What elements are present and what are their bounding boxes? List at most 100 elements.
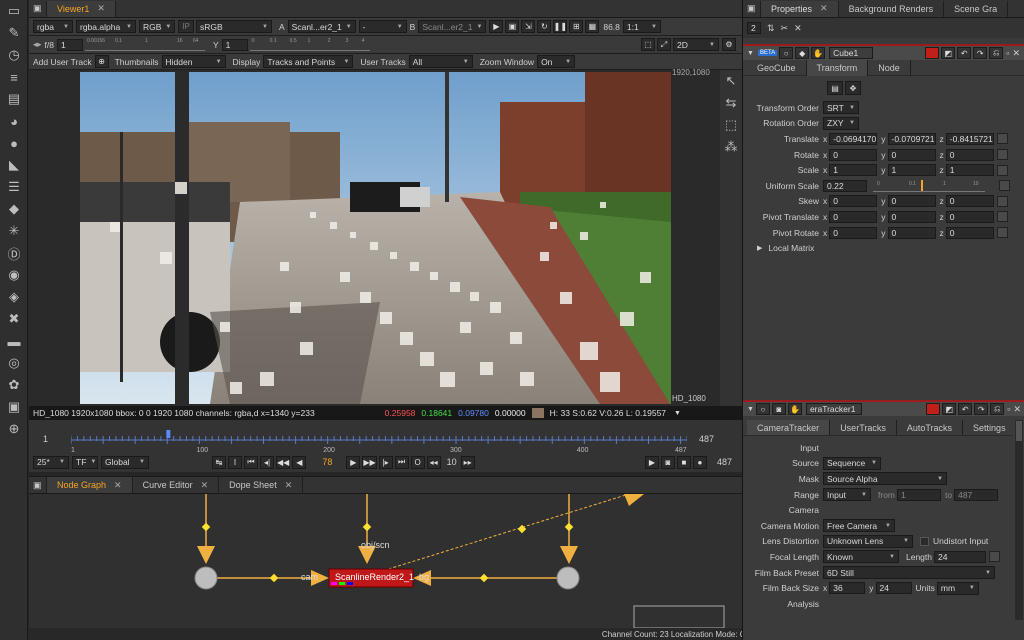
edge-dot[interactable] xyxy=(362,522,372,532)
cube-icon[interactable]: ◆ xyxy=(795,47,810,59)
region-icon[interactable]: ⬚ xyxy=(641,38,655,51)
skew-y-input[interactable]: 0 xyxy=(887,195,936,208)
pane-menu-icon[interactable]: ▣ xyxy=(29,0,47,17)
tab-scene-graph[interactable]: Scene Gra xyxy=(944,0,1009,17)
close-icon[interactable]: ✕ xyxy=(1012,48,1020,59)
float-icon[interactable]: ▫ xyxy=(1006,48,1009,58)
close-icon[interactable]: ✕ xyxy=(201,480,209,491)
chevron-down-icon[interactable]: ▼ xyxy=(674,410,681,417)
select-icon[interactable]: ⬚ xyxy=(720,114,742,136)
scrollbar-thumb[interactable] xyxy=(1016,421,1022,441)
channel-icon[interactable]: ▤ xyxy=(0,88,28,110)
edge-dot[interactable] xyxy=(479,573,489,583)
clear-icon[interactable]: ✕ xyxy=(794,23,802,34)
tool-icon[interactable]: ✖ xyxy=(0,308,28,330)
undo-icon[interactable]: ↶ xyxy=(957,47,972,59)
film-back-x-input[interactable]: 36 xyxy=(829,582,866,595)
filter-icon[interactable]: ◣ xyxy=(0,154,28,176)
visibility-icon[interactable]: ○ xyxy=(779,47,794,59)
settings-icon[interactable]: ⚙ xyxy=(722,38,736,51)
tab-viewer1[interactable]: Viewer1 ✕ xyxy=(47,0,116,17)
rotate-y-input[interactable]: 0 xyxy=(887,148,936,161)
translate-x-input[interactable]: -0.0694170 xyxy=(829,132,878,145)
close-icon[interactable]: ✕ xyxy=(285,480,293,491)
checker-icon[interactable]: ▦ xyxy=(585,20,600,33)
view-mode-select[interactable]: 2D ▼ xyxy=(673,38,719,51)
tab-dope-sheet[interactable]: Dope Sheet ✕ xyxy=(219,477,304,493)
scope-select[interactable]: Global ▼ xyxy=(101,455,149,469)
redo-icon[interactable]: ↷ xyxy=(974,403,989,415)
tab-node[interactable]: Node xyxy=(868,59,911,76)
3d-icon[interactable]: ✿ xyxy=(0,374,28,396)
stop-icon[interactable]: ■ xyxy=(676,455,691,469)
scale-x-input[interactable]: 1 xyxy=(829,164,878,177)
prev-key-icon[interactable]: ◂| xyxy=(260,455,274,469)
rotate-x-input[interactable]: 0 xyxy=(829,148,878,161)
play-forward-icon[interactable]: ▶ xyxy=(346,455,361,469)
from-input[interactable]: 1 xyxy=(897,488,941,501)
play-back-icon[interactable]: ◀ xyxy=(292,455,307,469)
pin-icon[interactable]: ✂ xyxy=(781,23,789,34)
fps-select[interactable]: 25* ▼ xyxy=(33,455,69,469)
tab-node-graph[interactable]: Node Graph ✕ xyxy=(47,477,133,493)
tab-background-renders[interactable]: Background Renders xyxy=(839,0,945,17)
tf-select[interactable]: TF ▼ xyxy=(72,455,98,469)
bg-node[interactable] xyxy=(556,566,580,590)
pivot-rotate-x-input[interactable]: 0 xyxy=(829,226,878,239)
eye-icon[interactable]: ◉ xyxy=(0,264,28,286)
undo-icon[interactable]: ↶ xyxy=(958,403,973,415)
flipbook-icon[interactable]: ▶ xyxy=(644,455,659,469)
to-input[interactable]: 487 xyxy=(954,488,999,501)
camera-motion-select[interactable]: Free Camera ▼ xyxy=(823,519,895,533)
particles-icon[interactable]: ✳ xyxy=(0,220,28,242)
revert-icon[interactable]: ⎌ xyxy=(989,47,1004,59)
edge-dot[interactable] xyxy=(201,522,211,532)
tab-settings[interactable]: Settings xyxy=(963,420,1013,435)
camera-node[interactable] xyxy=(194,566,218,590)
track-icon[interactable]: ⊕ xyxy=(94,55,109,68)
tab-autotracks[interactable]: AutoTracks xyxy=(897,420,964,435)
menu-icon[interactable]: ≡ xyxy=(0,66,28,88)
gallery-icon[interactable]: ▣ xyxy=(0,396,28,418)
lock-icon[interactable]: ⇅ xyxy=(767,23,775,34)
hand-icon[interactable]: ✋ xyxy=(811,47,826,59)
visibility-icon[interactable]: ○ xyxy=(755,403,770,415)
close-icon[interactable]: ✕ xyxy=(114,480,122,491)
rotation-order-select[interactable]: ZXY ▼ xyxy=(823,116,859,130)
step-back-icon[interactable]: ◀◀ xyxy=(276,455,291,469)
transform-icon[interactable]: ⇆ xyxy=(720,92,742,114)
film-back-preset-select[interactable]: 6D Still ▼ xyxy=(823,566,995,580)
other-icon[interactable]: ◎ xyxy=(0,352,28,374)
animation-icon[interactable] xyxy=(996,195,1008,207)
circle-icon[interactable]: ● xyxy=(0,132,28,154)
pause-icon[interactable]: ❚❚ xyxy=(553,20,568,33)
pointer-icon[interactable]: ↖ xyxy=(720,70,742,92)
loop-icon[interactable]: ↹ xyxy=(212,455,226,469)
clock-icon[interactable]: ◷ xyxy=(0,44,28,66)
refresh-icon[interactable]: ↻ xyxy=(537,20,552,33)
translate-z-input[interactable]: -0.8415721 xyxy=(945,132,994,145)
zoom-window-select[interactable]: On ▼ xyxy=(537,55,576,68)
pivot-translate-x-input[interactable]: 0 xyxy=(829,210,878,223)
uniform-scale-input[interactable]: 0.22 xyxy=(823,179,867,192)
undistort-checkbox[interactable] xyxy=(920,536,929,546)
focal-length-select[interactable]: Known ▼ xyxy=(823,550,899,564)
animation-icon[interactable] xyxy=(996,211,1008,223)
skip-forward-icon[interactable]: ▸▸ xyxy=(460,455,475,469)
max-panels-input[interactable]: 2 xyxy=(747,22,761,34)
collapse-icon[interactable]: ▼ xyxy=(747,406,754,413)
properties-scrollbar[interactable] xyxy=(1015,420,1023,620)
animation-icon[interactable] xyxy=(989,551,1000,563)
tab-usertracks[interactable]: UserTracks xyxy=(830,420,897,435)
range-select[interactable]: Input ▼ xyxy=(823,488,871,502)
last-frame-icon[interactable]: ⏭ xyxy=(394,455,409,469)
node-graph-canvas[interactable]: cam ScanlineRender2_1 bg obj/scn xyxy=(29,494,742,628)
arrows-icon[interactable]: ◂▸ xyxy=(33,39,42,50)
paint-icon[interactable]: ✎ xyxy=(0,22,28,44)
mask-select[interactable]: Source Alpha ▼ xyxy=(823,472,947,486)
scale-z-input[interactable]: 1 xyxy=(945,164,994,177)
float-icon[interactable]: ▫ xyxy=(1007,404,1010,414)
zoom-value[interactable]: 86.8 xyxy=(603,22,620,32)
record-icon[interactable]: ● xyxy=(692,455,707,469)
folder-icon[interactable]: ▤ xyxy=(827,81,843,95)
